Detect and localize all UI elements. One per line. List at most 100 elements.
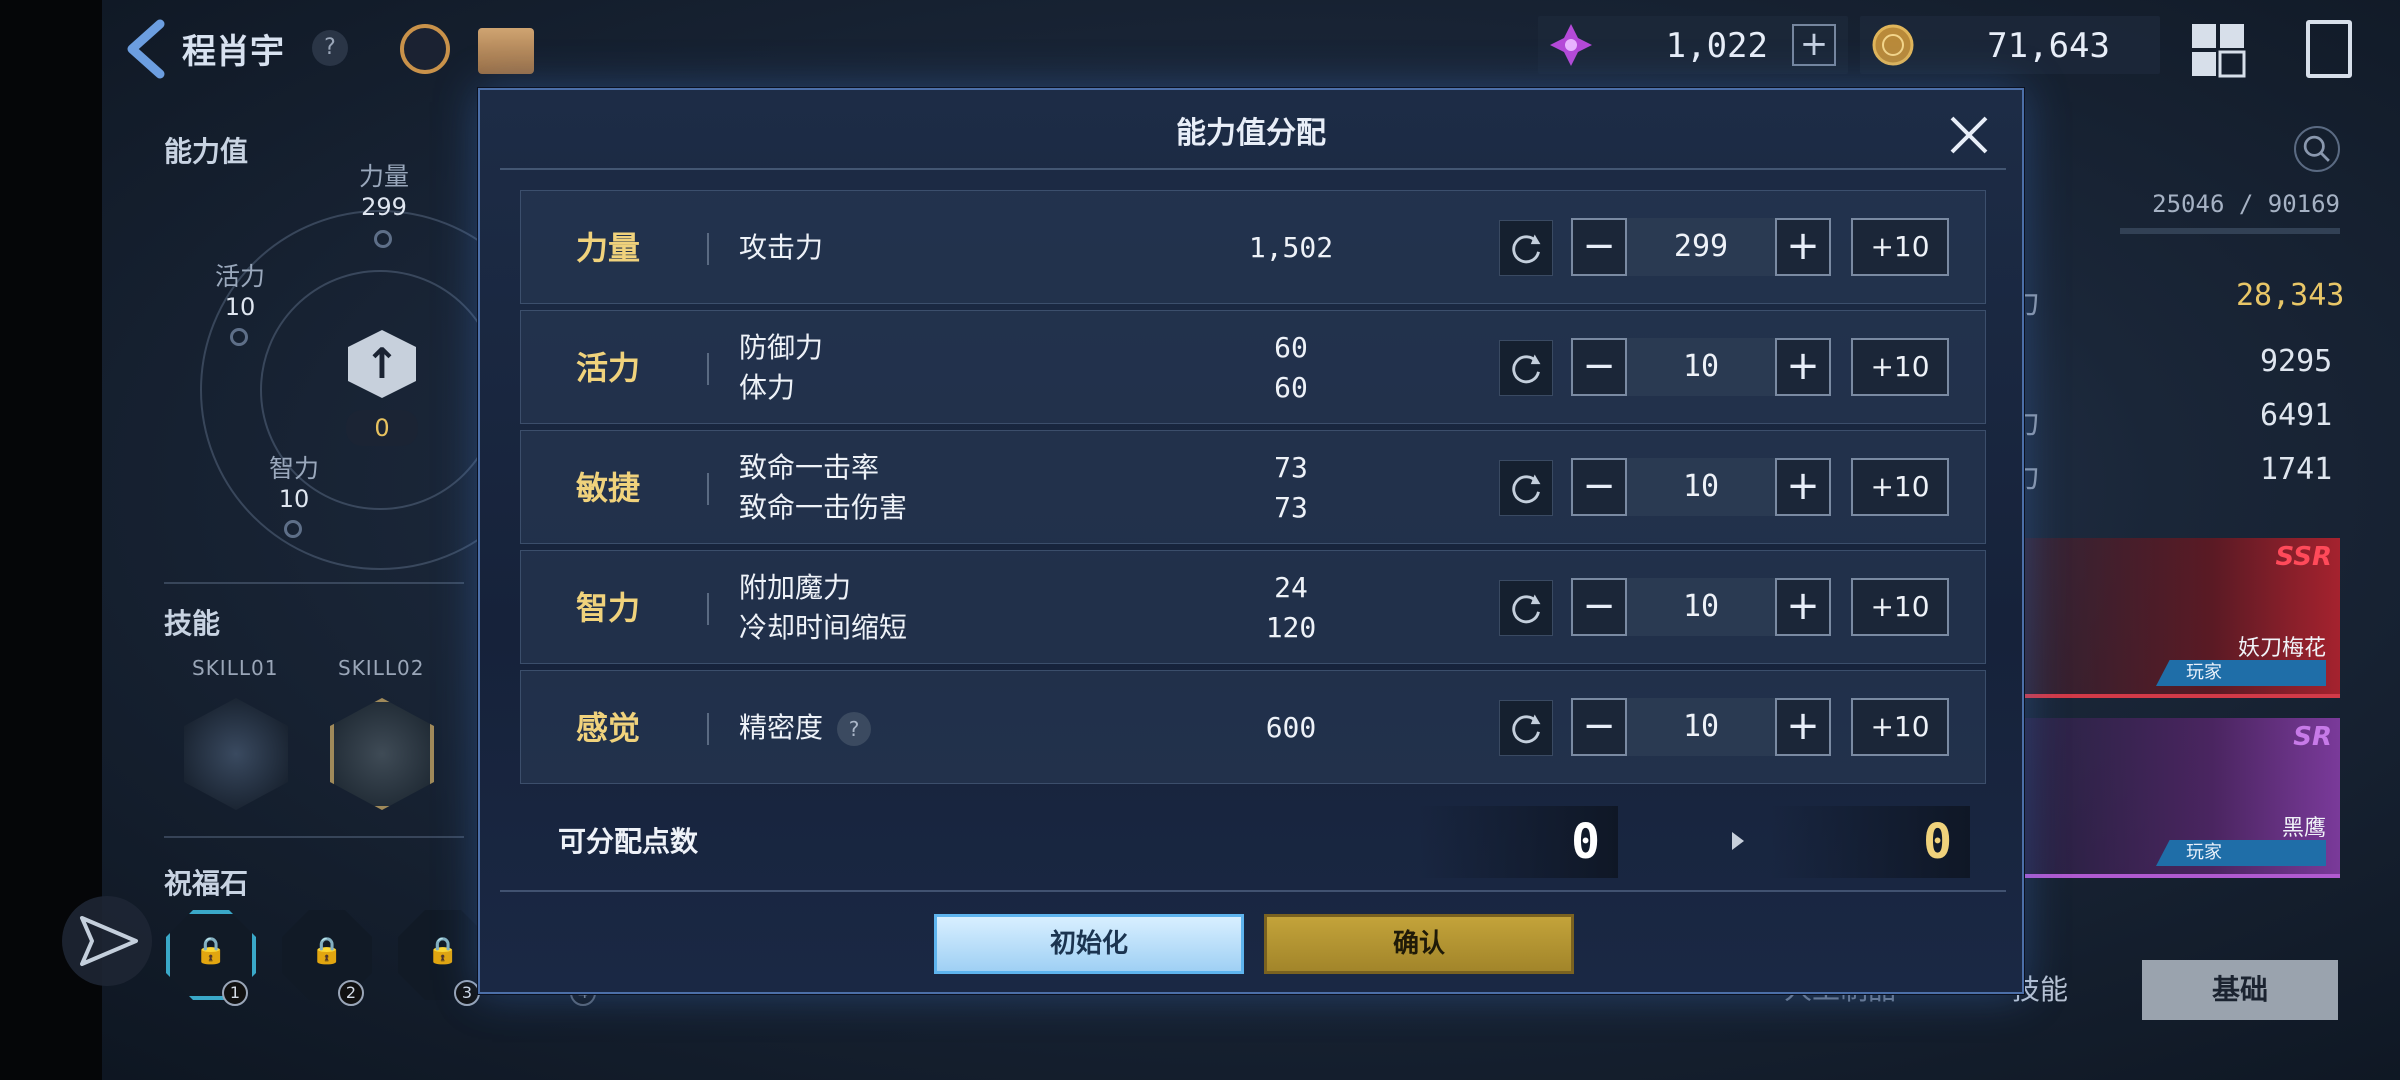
attr-name: 感觉 xyxy=(575,709,640,747)
separator xyxy=(707,473,709,505)
add-gems-button[interactable]: + xyxy=(1792,24,1836,66)
player-name: 程肖宇 xyxy=(182,32,284,72)
footer-divider xyxy=(500,890,2006,892)
increase-button[interactable]: + xyxy=(1775,218,1831,276)
sub-stat-value: 1,502 xyxy=(1248,231,1334,264)
currency-gold: 71,643 xyxy=(1860,16,2160,74)
decrease-button[interactable]: − xyxy=(1571,578,1627,636)
lock-icon: 🔒 xyxy=(194,936,228,966)
stones-title: 祝福石 xyxy=(164,867,249,900)
sub-stat-values: 73 73 xyxy=(1241,431,1341,545)
skills-title: 技能 xyxy=(164,607,221,640)
weapon-card-ssr[interactable]: SSR 妖刀梅花 玩家 xyxy=(2020,538,2340,698)
decrease-button[interactable]: − xyxy=(1571,218,1627,276)
separator xyxy=(707,353,709,385)
purple-gem-icon xyxy=(1550,24,1592,66)
sub-stat-names: 精密度? xyxy=(739,671,872,785)
increase-button[interactable]: + xyxy=(1775,338,1831,396)
points-value[interactable]: 10 xyxy=(1627,578,1775,636)
points-value[interactable]: 10 xyxy=(1627,338,1775,396)
points-value[interactable]: 10 xyxy=(1627,458,1775,516)
tab-basic[interactable]: 基础 xyxy=(2142,960,2338,1020)
initialize-button[interactable]: 初始化 xyxy=(934,914,1244,974)
currency-gems: 1,022 + xyxy=(1538,16,1848,74)
reset-icon[interactable] xyxy=(1499,700,1553,756)
points-stepper: − 10 + xyxy=(1571,338,1831,396)
search-icon[interactable] xyxy=(2294,126,2340,172)
combat-power-value: 28,343 xyxy=(2236,278,2345,313)
stat-intelligence: 智力 10 xyxy=(254,454,334,514)
plus-ten-button[interactable]: +10 xyxy=(1851,578,1949,636)
divider xyxy=(164,836,464,838)
sub-stat-value: 73 xyxy=(1274,491,1308,524)
gift-box-icon[interactable] xyxy=(478,28,534,74)
stat-node xyxy=(230,328,248,346)
back-arrow-icon[interactable] xyxy=(122,18,172,80)
sub-stat-name: 体力 xyxy=(739,371,796,404)
menu-grid-icon[interactable] xyxy=(2190,22,2246,78)
ability-title: 能力值 xyxy=(164,135,249,168)
points-value[interactable]: 10 xyxy=(1627,698,1775,756)
lock-icon: 🔒 xyxy=(310,936,344,966)
skill-slot-1[interactable] xyxy=(184,698,288,810)
defense-value: 1741 xyxy=(2260,452,2333,487)
stat-strength: 力量 299 xyxy=(344,162,424,222)
stat-node xyxy=(374,230,392,248)
close-icon[interactable] xyxy=(1946,112,1992,158)
help-icon[interactable]: ? xyxy=(837,712,872,746)
points-stepper: − 10 + xyxy=(1571,698,1831,756)
game-screen: 程肖宇 ? 1,022 + 71,643 能力值 力量 299 活力 10 智力… xyxy=(0,0,2400,1080)
weapon-card-sr[interactable]: SR 黑鹰 玩家 xyxy=(2020,718,2340,878)
clock-icon[interactable] xyxy=(400,24,450,74)
sub-stat-name: 精密度 xyxy=(739,711,824,744)
points-label: 可分配点数 xyxy=(558,825,699,858)
owner-tag: 玩家 xyxy=(2156,840,2326,866)
divider xyxy=(164,582,464,584)
exp-bar xyxy=(2120,228,2340,234)
increase-button[interactable]: + xyxy=(1775,698,1831,756)
skill-slot-2[interactable] xyxy=(330,698,434,810)
stat-value: 10 xyxy=(224,293,256,321)
plus-ten-button[interactable]: +10 xyxy=(1851,458,1949,516)
owner-tag: 玩家 xyxy=(2156,660,2326,686)
reset-icon[interactable] xyxy=(1499,220,1553,276)
attr-row-agility: 敏捷 致命一击率 致命一击伤害 73 73 − 10 + +10 xyxy=(520,430,1986,544)
stat-label: 智力 xyxy=(268,454,319,483)
lock-icon: 🔒 xyxy=(426,936,460,966)
plus-ten-button[interactable]: +10 xyxy=(1851,218,1949,276)
stat-label: 活力 xyxy=(214,262,265,291)
plus-ten-button[interactable]: +10 xyxy=(1851,338,1949,396)
attr-row-perception: 感觉 精密度? 600 − 10 + +10 xyxy=(520,670,1986,784)
help-icon[interactable]: ? xyxy=(312,30,348,66)
sub-stat-value: 73 xyxy=(1274,451,1308,484)
rarity-badge: SSR xyxy=(2275,542,2332,572)
sub-stat-values: 600 xyxy=(1241,671,1341,785)
separator xyxy=(707,713,709,745)
stat-value: 299 xyxy=(361,193,407,221)
gold-count: 71,643 xyxy=(1987,26,2110,66)
sub-stat-names: 防御力 体力 xyxy=(739,311,823,425)
sub-stat-names: 附加魔力 冷却时间缩短 xyxy=(739,551,907,665)
reset-icon[interactable] xyxy=(1499,340,1553,396)
reset-icon[interactable] xyxy=(1499,580,1553,636)
sub-stat-value: 600 xyxy=(1265,711,1317,744)
sub-stat-name: 附加魔力 xyxy=(739,571,852,604)
exit-door-icon[interactable] xyxy=(2306,20,2352,78)
reset-icon[interactable] xyxy=(1499,460,1553,516)
increase-button[interactable]: + xyxy=(1775,458,1831,516)
separator xyxy=(707,593,709,625)
points-value[interactable]: 299 xyxy=(1627,218,1775,276)
confirm-button[interactable]: 确认 xyxy=(1264,914,1574,974)
increase-button[interactable]: + xyxy=(1775,578,1831,636)
sub-stat-value: 60 xyxy=(1274,331,1308,364)
decrease-button[interactable]: − xyxy=(1571,338,1627,396)
available-points-badge: 0 xyxy=(346,410,418,446)
stone-number: 2 xyxy=(338,980,364,1006)
plus-ten-button[interactable]: +10 xyxy=(1851,698,1949,756)
decrease-button[interactable]: − xyxy=(1571,698,1627,756)
decrease-button[interactable]: − xyxy=(1571,458,1627,516)
send-icon[interactable] xyxy=(62,896,152,986)
sub-stat-names: 致命一击率 致命一击伤害 xyxy=(739,431,907,545)
points-after: 0 xyxy=(1770,806,1970,878)
skill-label: SKILL02 xyxy=(338,656,425,680)
